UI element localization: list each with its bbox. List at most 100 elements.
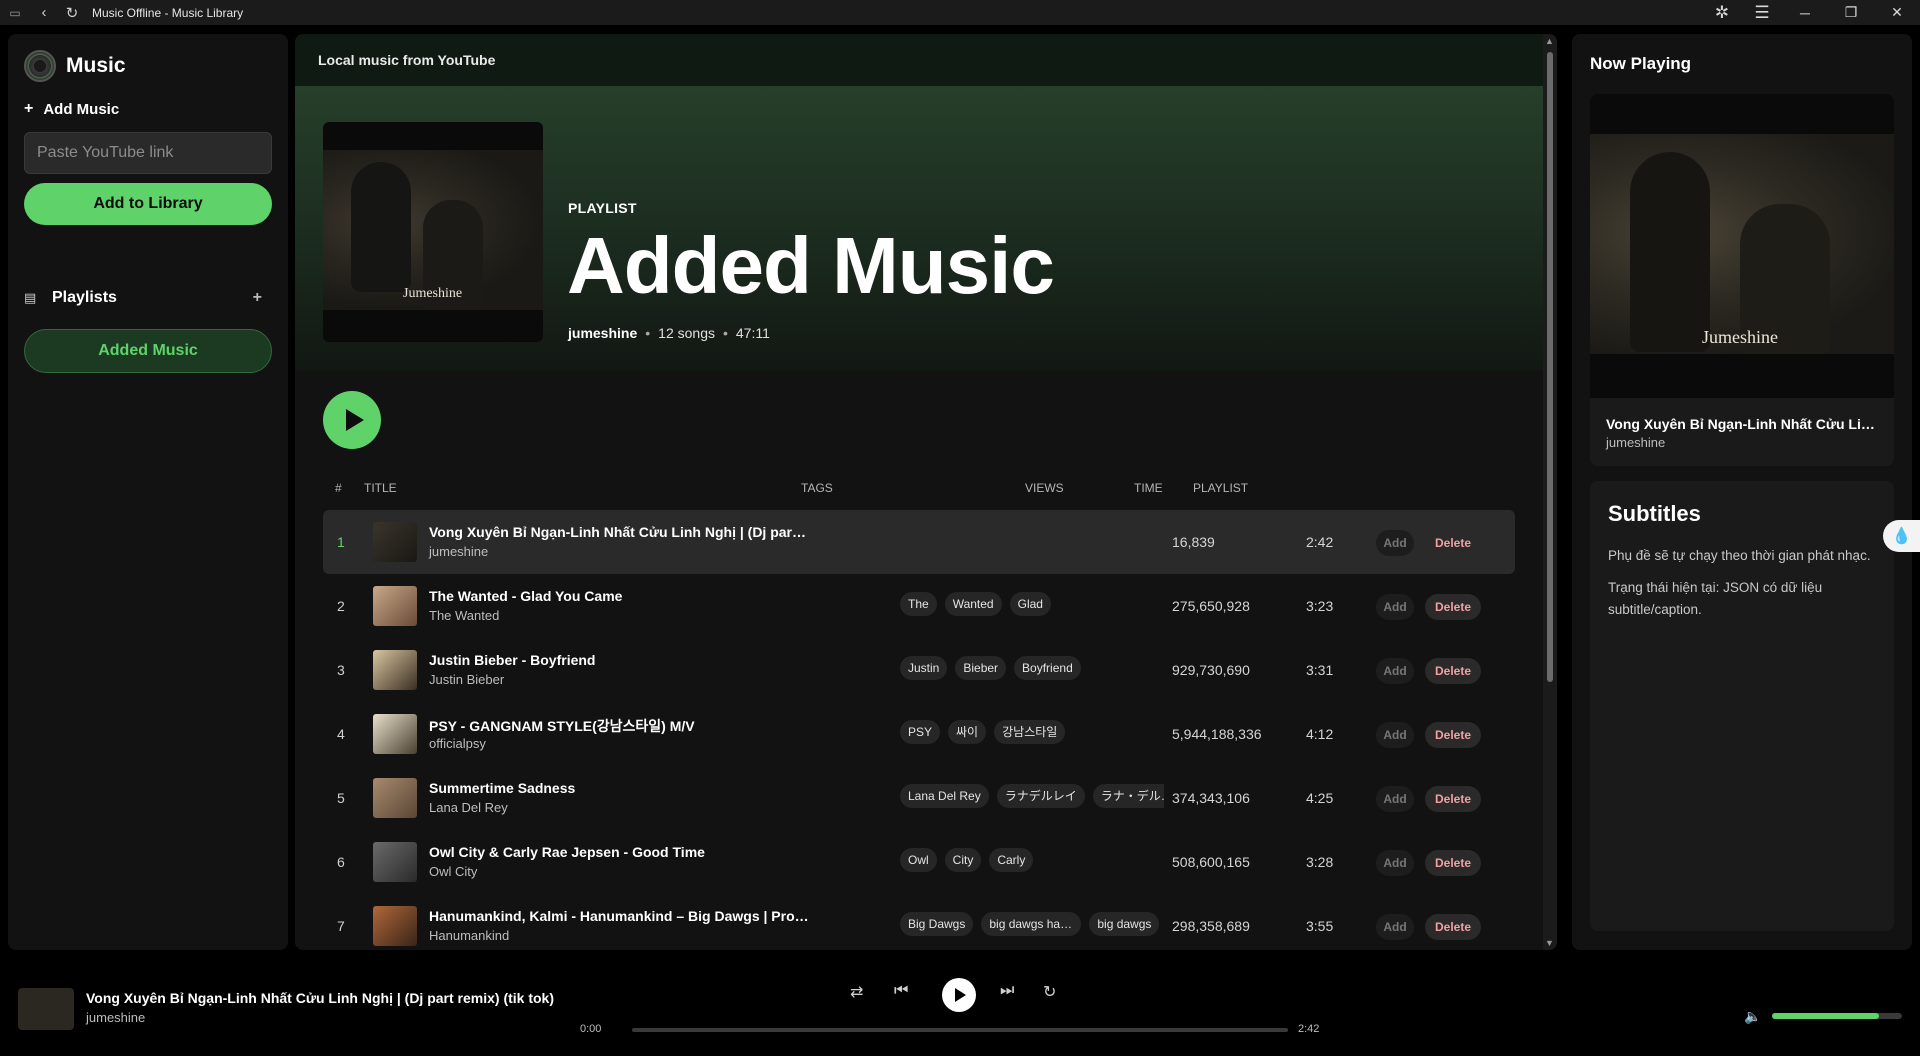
table-row[interactable]: 6 Owl City & Carly Rae Jepsen - Good Time… <box>323 830 1515 894</box>
table-row[interactable]: 4 PSY - GANGNAM STYLE(강남스타일) M/V officialp… <box>323 702 1515 766</box>
vinyl-logo-icon <box>24 50 56 82</box>
add-to-playlist-button[interactable]: Add <box>1376 658 1414 684</box>
scroll-up-icon[interactable]: ▲ <box>1545 36 1554 46</box>
track-title: Summertime Sadness <box>429 780 576 796</box>
playlist-type-label: PLAYLIST <box>568 200 637 216</box>
play-playlist-button[interactable] <box>323 391 381 449</box>
next-icon[interactable]: ⏭ <box>1000 982 1014 1000</box>
playlist-owner[interactable]: jumeshine <box>568 325 637 341</box>
track-tags: PSY 싸이 강남스타일 <box>900 720 1164 748</box>
main-scrollbar[interactable]: ▲ ▼ <box>1543 34 1557 950</box>
shuffle-icon[interactable]: ⇄ <box>850 982 863 1002</box>
scrollbar-thumb[interactable] <box>1547 52 1553 682</box>
track-thumbnail <box>373 778 417 818</box>
delete-button[interactable]: Delete <box>1425 786 1481 812</box>
delete-button[interactable]: Delete <box>1425 914 1481 940</box>
extensions-icon[interactable]: ✲ <box>1702 3 1742 23</box>
menu-icon[interactable]: ☰ <box>1742 3 1782 23</box>
volume-icon[interactable]: 🔈 <box>1744 1008 1761 1025</box>
tag-chip[interactable]: ラナデルレイ <box>996 784 1085 808</box>
delete-button[interactable]: Delete <box>1425 530 1481 556</box>
add-to-playlist-button[interactable]: Add <box>1376 722 1414 748</box>
cover-signature: Jumeshine <box>403 286 463 301</box>
track-time: 3:28 <box>1306 854 1334 870</box>
track-artist: Owl City <box>429 864 478 879</box>
plus-icon: + <box>24 100 34 117</box>
add-playlist-icon[interactable]: + <box>253 289 262 307</box>
tag-chip[interactable]: The <box>900 592 937 616</box>
tag-chip[interactable]: big dawgs hanumankind <box>981 912 1082 936</box>
youtube-link-input[interactable] <box>24 132 272 174</box>
playlist-title: Added Music <box>567 221 1055 310</box>
add-to-playlist-button[interactable]: Add <box>1376 594 1414 620</box>
close-button[interactable]: ✕ <box>1874 4 1920 21</box>
sidebar-item-added-music[interactable]: Added Music <box>24 329 272 373</box>
previous-icon[interactable]: ⏮ <box>894 982 908 1000</box>
table-row[interactable]: 7 Hanumankind, Kalmi - Hanumankind – Big … <box>323 894 1515 950</box>
track-time: 4:25 <box>1306 790 1334 806</box>
table-row[interactable]: 2 The Wanted - Glad You Came The Wanted The… <box>323 574 1515 638</box>
main-content: Local music from YouTube Jumeshine PLAYL… <box>295 34 1557 950</box>
table-row[interactable]: 3 Justin Bieber - Boyfriend Justin Bieber J… <box>323 638 1515 702</box>
table-row[interactable]: 1 Vong Xuyên Bỉ Ngạn-Linh Nhất Cửu Linh N… <box>323 510 1515 574</box>
progress-bar[interactable] <box>632 1028 1288 1032</box>
add-to-playlist-button[interactable]: Add <box>1376 786 1414 812</box>
tag-chip[interactable]: big dawgs <box>1089 912 1160 936</box>
minimize-button[interactable]: ─ <box>1782 5 1828 21</box>
tag-chip[interactable]: Justin <box>900 656 948 680</box>
track-time: 4:12 <box>1306 726 1334 742</box>
maximize-button[interactable]: ❐ <box>1828 4 1874 21</box>
add-to-library-button[interactable]: Add to Library <box>24 183 272 225</box>
volume-slider[interactable] <box>1772 1013 1902 1019</box>
tag-chip[interactable]: Bieber <box>955 656 1007 680</box>
track-views: 929,730,690 <box>1172 662 1250 678</box>
tag-chip[interactable]: ラナ・デル・レイ <box>1092 784 1164 808</box>
track-thumbnail <box>373 650 417 690</box>
player-thumbnail <box>18 988 74 1030</box>
main-header: Local music from YouTube <box>295 34 1557 86</box>
tag-chip[interactable]: Boyfriend <box>1014 656 1081 680</box>
tag-chip[interactable]: Lana Del Rey <box>900 784 989 808</box>
tag-chip[interactable]: 강남스타일 <box>994 720 1066 744</box>
delete-button[interactable]: Delete <box>1425 722 1481 748</box>
extension-side-tab-icon[interactable]: 💧 <box>1883 520 1920 552</box>
track-title: Vong Xuyên Bỉ Ngạn-Linh Nhất Cửu Linh Ng… <box>429 524 809 540</box>
tag-chip[interactable]: PSY <box>900 720 941 744</box>
total-time: 2:42 <box>1298 1023 1320 1035</box>
reload-icon[interactable]: ↻ <box>58 4 86 22</box>
delete-button[interactable]: Delete <box>1425 594 1481 620</box>
tag-chip[interactable]: 싸이 <box>948 720 987 744</box>
repeat-icon[interactable]: ↻ <box>1043 982 1056 1002</box>
track-tags: Lana Del Rey ラナデルレイラナ・デル・レイ <box>900 784 1164 812</box>
add-to-playlist-button[interactable]: Add <box>1376 850 1414 876</box>
window-menu-icon[interactable]: ▭ <box>0 6 30 20</box>
player-song-title: Vong Xuyên Bỉ Ngạn-Linh Nhất Cửu Linh Ng… <box>86 990 555 1006</box>
tag-chip[interactable]: Wanted <box>944 592 1002 616</box>
add-to-playlist-button[interactable]: Add <box>1376 914 1414 940</box>
back-icon[interactable]: ‹ <box>30 4 58 21</box>
subtitles-status: Trạng thái hiện tại: JSON có dữ liệu sub… <box>1608 580 1823 617</box>
app-name: Music <box>66 54 126 77</box>
now-playing-artist: jumeshine <box>1606 435 1666 450</box>
volume-fill <box>1772 1013 1879 1019</box>
tag-chip[interactable]: City <box>944 848 982 872</box>
tag-chip[interactable]: Carly <box>989 848 1034 872</box>
track-thumbnail <box>373 522 417 562</box>
now-playing-card: Jumeshine Vong Xuyên Bỉ Ngạn-Linh Nhất C… <box>1590 94 1894 466</box>
delete-button[interactable]: Delete <box>1425 850 1481 876</box>
tag-chip[interactable]: Big Dawgs <box>900 912 974 936</box>
window-controls: ✲ ☰ ─ ❐ ✕ <box>1702 0 1920 25</box>
playlist-meta: jumeshine • 12 songs • 47:11 <box>568 325 770 341</box>
add-to-playlist-button[interactable]: Add <box>1376 530 1414 556</box>
delete-button[interactable]: Delete <box>1425 658 1481 684</box>
tag-chip[interactable]: Owl <box>900 848 937 872</box>
track-tags: Big Dawgs big dawgs hanumankind big dawgs <box>900 912 1164 940</box>
title-bar: ▭ ‹ ↻ Music Offline - Music Library ✲ ☰ … <box>0 0 1920 25</box>
tag-chip[interactable]: Glad <box>1009 592 1051 616</box>
player-artist: jumeshine <box>86 1010 146 1025</box>
playlists-header: ▤ Playlists + <box>24 289 272 307</box>
play-button[interactable] <box>942 978 976 1012</box>
table-row[interactable]: 5 Summertime Sadness Lana Del Rey Lana Del … <box>323 766 1515 830</box>
scroll-down-icon[interactable]: ▼ <box>1545 938 1554 948</box>
track-tags: Justin Bieber Boyfriend <box>900 656 1164 684</box>
